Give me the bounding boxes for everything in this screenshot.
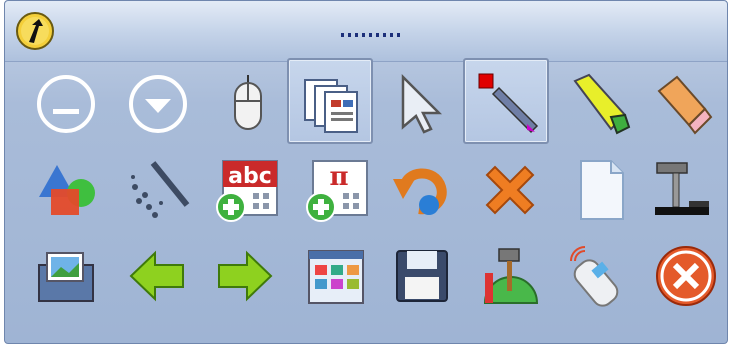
magic-wand-button[interactable] bbox=[115, 147, 201, 233]
toolbar-titlebar[interactable]: ........ bbox=[5, 1, 727, 62]
next-arrow-icon bbox=[218, 250, 273, 302]
highlighter-button[interactable] bbox=[557, 61, 643, 147]
undo-icon bbox=[393, 168, 447, 215]
add-text-icon: abc bbox=[216, 160, 278, 222]
shapes-button[interactable] bbox=[23, 147, 109, 233]
up-arrow-logo-icon[interactable] bbox=[15, 11, 55, 51]
shapes-icon bbox=[39, 165, 95, 215]
remote-control-button[interactable] bbox=[557, 233, 643, 319]
save-icon bbox=[396, 250, 448, 302]
pen-button[interactable] bbox=[463, 58, 549, 144]
down-arrow-button[interactable] bbox=[115, 61, 201, 147]
eraser-icon bbox=[657, 75, 713, 135]
add-equation-icon: π bbox=[306, 160, 368, 222]
minus-circle-button[interactable] bbox=[23, 61, 109, 147]
down-arrow-circle-icon bbox=[129, 75, 187, 133]
mouse-icon bbox=[234, 75, 262, 130]
close-icon bbox=[656, 246, 716, 306]
delete-button[interactable] bbox=[467, 147, 553, 233]
document-camera-icon bbox=[655, 162, 709, 215]
close-button[interactable] bbox=[643, 233, 729, 319]
mouse-button[interactable] bbox=[205, 61, 291, 147]
save-button[interactable] bbox=[379, 233, 465, 319]
delete-icon bbox=[485, 165, 535, 215]
images-icon bbox=[38, 252, 94, 302]
svg-text:abc: abc bbox=[228, 164, 272, 189]
tools-button[interactable] bbox=[467, 233, 553, 319]
gallery-icon bbox=[308, 250, 364, 304]
toolbar-gripper[interactable]: ........ bbox=[341, 33, 401, 37]
pages-button[interactable] bbox=[287, 58, 373, 144]
blank-page-button[interactable] bbox=[557, 147, 643, 233]
images-button[interactable] bbox=[23, 233, 109, 319]
select-arrow-button[interactable] bbox=[379, 61, 465, 147]
highlighter-icon bbox=[573, 73, 631, 135]
document-camera-button[interactable] bbox=[639, 147, 725, 233]
select-arrow-icon bbox=[401, 73, 443, 134]
next-button[interactable] bbox=[201, 233, 287, 319]
add-equation-button[interactable]: π bbox=[295, 147, 381, 233]
previous-button[interactable] bbox=[115, 233, 201, 319]
undo-button[interactable] bbox=[379, 147, 465, 233]
eraser-button[interactable] bbox=[639, 61, 725, 147]
blank-page-icon bbox=[580, 160, 624, 220]
tools-icon bbox=[483, 248, 539, 304]
pen-icon bbox=[478, 73, 539, 134]
svg-text:π: π bbox=[329, 162, 348, 192]
toolbar-panel: ........ bbox=[4, 0, 728, 344]
gallery-button[interactable] bbox=[293, 233, 379, 319]
magic-wand-icon bbox=[131, 161, 190, 218]
add-text-button[interactable]: abc bbox=[205, 147, 291, 233]
remote-control-icon bbox=[570, 246, 619, 307]
previous-arrow-icon bbox=[129, 250, 184, 302]
pages-icon bbox=[304, 79, 358, 133]
minus-circle-icon bbox=[37, 75, 95, 133]
